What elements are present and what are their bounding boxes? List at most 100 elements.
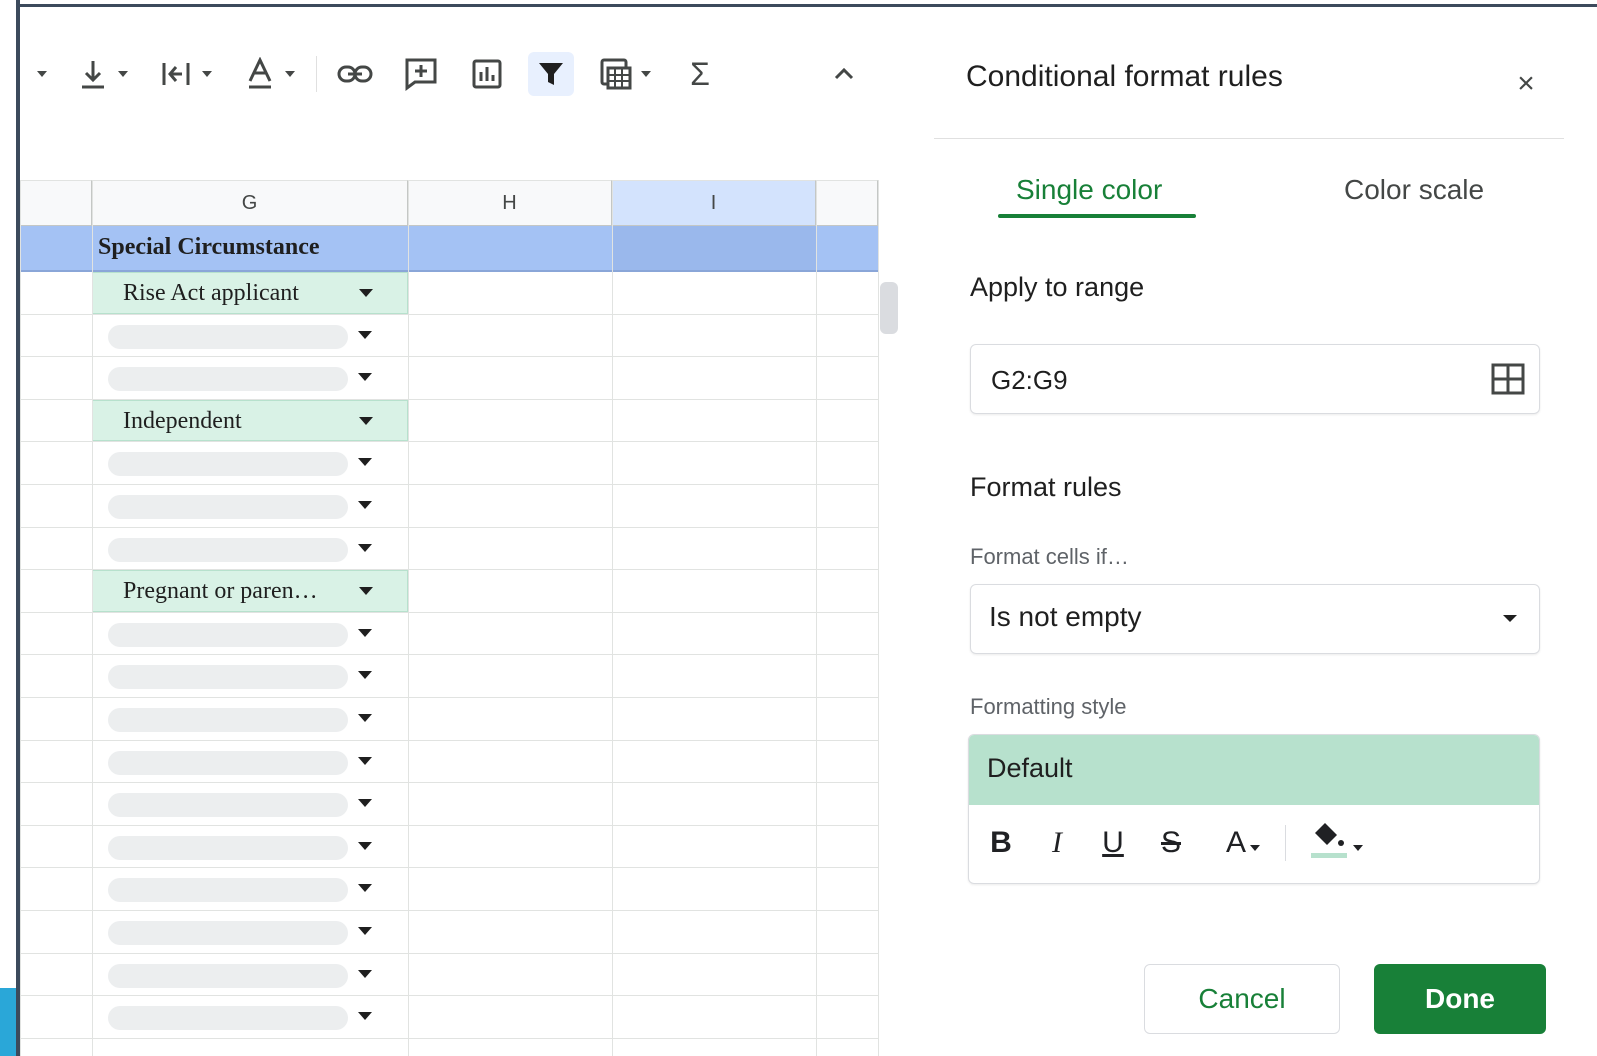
italic-button[interactable]: I	[1041, 821, 1073, 865]
dropdown-cell[interactable]: Independent	[92, 399, 408, 442]
cell-value: Rise Act applicant	[123, 280, 299, 306]
filter-icon[interactable]	[528, 52, 574, 96]
condition-select[interactable]: Is not empty	[970, 584, 1540, 654]
empty-chip	[108, 793, 348, 818]
column-header-f[interactable]	[20, 180, 92, 226]
done-button[interactable]: Done	[1374, 964, 1546, 1034]
table-row	[20, 485, 878, 528]
table-row	[20, 698, 878, 741]
dropdown-arrow-icon[interactable]	[358, 671, 372, 680]
column-header-j[interactable]	[816, 180, 878, 226]
dropdown-cell[interactable]	[92, 996, 408, 1038]
dropdown-cell[interactable]	[92, 698, 408, 740]
text-wrap-icon[interactable]	[154, 52, 218, 96]
dropdown-cell[interactable]	[92, 485, 408, 527]
text-color-icon: A	[1225, 826, 1246, 859]
table-row	[20, 655, 878, 698]
column-header-h[interactable]: H	[408, 180, 612, 226]
dropdown-arrow-icon[interactable]	[358, 841, 372, 850]
dropdown-arrow-icon[interactable]	[358, 458, 372, 467]
dropdown-cell[interactable]: Pregnant or paren…	[92, 570, 408, 612]
tab-color-scale[interactable]: Color scale	[1344, 174, 1484, 206]
empty-chip	[108, 537, 348, 562]
insert-chart-icon[interactable]	[464, 52, 510, 96]
table-row	[20, 357, 878, 400]
table-row	[20, 868, 878, 911]
fill-color-button[interactable]	[1303, 821, 1369, 865]
style-preview[interactable]: Default	[969, 735, 1539, 805]
dropdown-arrow-icon[interactable]	[358, 501, 372, 509]
underline-button[interactable]: U	[1097, 821, 1129, 865]
dropdown-cell[interactable]	[92, 868, 408, 910]
dropdown-cell[interactable]	[92, 741, 408, 783]
empty-chip	[108, 708, 348, 732]
format-rules-label: Format rules	[970, 472, 1122, 502]
bold-button[interactable]: B	[985, 821, 1017, 865]
grid-line	[816, 180, 817, 1056]
dropdown-cell[interactable]	[92, 954, 408, 996]
insert-comment-icon[interactable]	[398, 52, 444, 96]
table-row: Rise Act applicant	[20, 272, 878, 315]
dropdown-arrow-icon[interactable]	[359, 289, 373, 297]
column-header-i[interactable]: I	[612, 180, 816, 226]
dropdown-arrow-icon[interactable]	[358, 884, 372, 893]
empty-chip	[108, 878, 348, 903]
empty-chip	[108, 495, 348, 519]
filter-views-icon[interactable]	[590, 52, 660, 96]
select-range-icon[interactable]	[1491, 363, 1525, 400]
dropdown-cell[interactable]	[92, 911, 408, 953]
dropdown-arrow-icon[interactable]	[358, 373, 372, 382]
dropdown-cell[interactable]	[92, 442, 408, 484]
dropdown-arrow-icon[interactable]	[358, 927, 372, 935]
cell-value: Pregnant or paren…	[123, 578, 318, 605]
dropdown-cell[interactable]	[92, 783, 408, 825]
toolbar-separator	[316, 56, 317, 92]
dropdown-cell[interactable]	[92, 826, 408, 868]
align-bottom-icon[interactable]	[72, 52, 134, 96]
empty-chip	[108, 963, 348, 988]
dropdown-cell[interactable]	[92, 357, 408, 399]
vertical-scrollbar[interactable]	[880, 282, 898, 334]
dropdown-arrow-icon[interactable]	[358, 543, 372, 552]
dropdown-arrow-icon[interactable]	[358, 756, 372, 765]
table-row	[20, 826, 878, 869]
cancel-button[interactable]: Cancel	[1144, 964, 1340, 1034]
dropdown-arrow-icon[interactable]	[358, 1012, 372, 1021]
dropdown-arrow-icon[interactable]	[358, 799, 372, 808]
tab-single-color[interactable]: Single color	[1016, 174, 1162, 206]
insert-link-icon[interactable]	[332, 52, 378, 96]
functions-icon[interactable]: Σ	[680, 52, 720, 96]
cell-value: Independent	[123, 407, 242, 434]
apply-to-range-label: Apply to range	[970, 272, 1145, 302]
close-icon[interactable]: ×	[1512, 67, 1540, 100]
strikethrough-button[interactable]: S	[1155, 821, 1187, 865]
more-dropdown-caret[interactable]	[32, 52, 52, 96]
empty-chip	[108, 921, 348, 945]
text-color-button[interactable]: A	[1213, 821, 1273, 865]
dropdown-arrow-icon[interactable]	[358, 714, 372, 722]
dropdown-arrow-icon[interactable]	[358, 330, 372, 339]
header-cell-special-circumstance: Special Circumstance	[98, 234, 320, 260]
empty-chip	[108, 750, 348, 775]
collapse-icon[interactable]	[826, 52, 862, 96]
dropdown-arrow-icon[interactable]	[358, 628, 372, 637]
active-tab-indicator	[998, 214, 1196, 218]
dropdown-arrow-icon[interactable]	[359, 587, 373, 596]
condition-value: Is not empty	[989, 601, 1142, 632]
text-rotate-icon[interactable]	[238, 52, 302, 96]
dropdown-cell[interactable]	[92, 528, 408, 570]
panel-divider	[934, 138, 1564, 139]
dropdown-cell[interactable]	[92, 655, 408, 697]
dropdown-cell[interactable]	[92, 315, 408, 357]
range-input[interactable]: G2:G9	[970, 344, 1540, 414]
chevron-down-icon	[1503, 615, 1517, 622]
dropdown-cell[interactable]	[92, 613, 408, 655]
table-row	[20, 783, 878, 826]
table-row	[20, 741, 878, 784]
column-header-g[interactable]: G	[92, 180, 408, 226]
table-row	[20, 528, 878, 571]
dropdown-arrow-icon[interactable]	[359, 416, 373, 425]
header-row[interactable]: Special Circumstance	[20, 226, 878, 272]
dropdown-cell[interactable]: Rise Act applicant	[92, 272, 408, 314]
dropdown-arrow-icon[interactable]	[358, 969, 372, 978]
